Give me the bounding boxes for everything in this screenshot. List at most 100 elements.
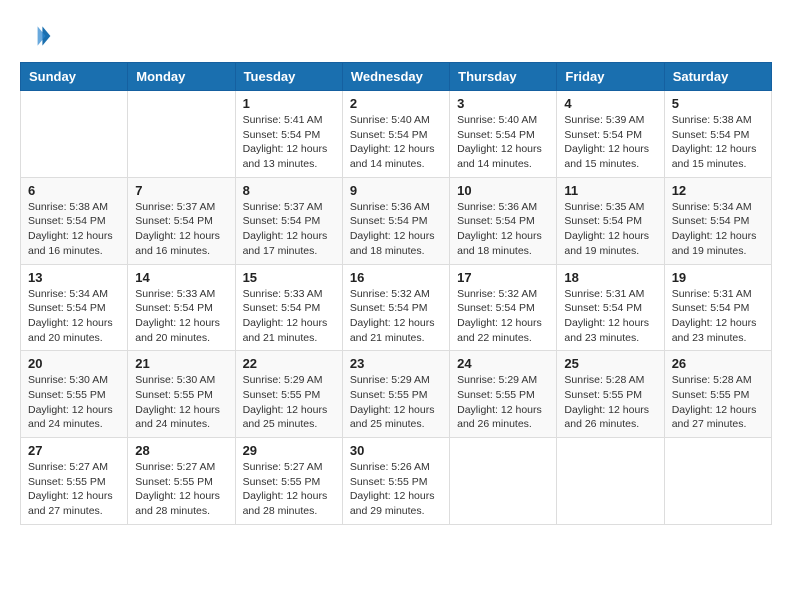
calendar-cell: 15 Sunrise: 5:33 AMSunset: 5:54 PMDayligh…	[235, 264, 342, 351]
day-info: Sunrise: 5:38 AMSunset: 5:54 PMDaylight:…	[28, 200, 120, 259]
day-number: 14	[135, 270, 227, 285]
day-number: 17	[457, 270, 549, 285]
day-number: 29	[243, 443, 335, 458]
day-info: Sunrise: 5:30 AMSunset: 5:55 PMDaylight:…	[28, 373, 120, 432]
day-number: 12	[672, 183, 764, 198]
calendar-cell: 12 Sunrise: 5:34 AMSunset: 5:54 PMDayligh…	[664, 177, 771, 264]
day-number: 19	[672, 270, 764, 285]
calendar-cell: 11 Sunrise: 5:35 AMSunset: 5:54 PMDayligh…	[557, 177, 664, 264]
calendar-cell: 4 Sunrise: 5:39 AMSunset: 5:54 PMDaylight…	[557, 91, 664, 178]
day-info: Sunrise: 5:32 AMSunset: 5:54 PMDaylight:…	[457, 287, 549, 346]
day-info: Sunrise: 5:31 AMSunset: 5:54 PMDaylight:…	[564, 287, 656, 346]
day-info: Sunrise: 5:36 AMSunset: 5:54 PMDaylight:…	[350, 200, 442, 259]
calendar-cell: 6 Sunrise: 5:38 AMSunset: 5:54 PMDaylight…	[21, 177, 128, 264]
day-number: 6	[28, 183, 120, 198]
day-number: 30	[350, 443, 442, 458]
calendar-cell: 21 Sunrise: 5:30 AMSunset: 5:55 PMDayligh…	[128, 351, 235, 438]
calendar-header-friday: Friday	[557, 63, 664, 91]
day-info: Sunrise: 5:34 AMSunset: 5:54 PMDaylight:…	[672, 200, 764, 259]
calendar-header-row: SundayMondayTuesdayWednesdayThursdayFrid…	[21, 63, 772, 91]
calendar-cell: 23Sunrise: 5:29 AMSunset: 5:55 PMDayligh…	[342, 351, 449, 438]
day-info: Sunrise: 5:29 AMSunset: 5:55 PMDaylight:…	[457, 373, 549, 432]
day-info: Sunrise: 5:28 AMSunset: 5:55 PMDaylight:…	[672, 373, 764, 432]
logo	[20, 20, 58, 52]
calendar-cell: 9 Sunrise: 5:36 AMSunset: 5:54 PMDaylight…	[342, 177, 449, 264]
calendar-cell	[557, 438, 664, 525]
calendar-cell: 13 Sunrise: 5:34 AMSunset: 5:54 PMDayligh…	[21, 264, 128, 351]
calendar-cell: 27 Sunrise: 5:27 AMSunset: 5:55 PMDayligh…	[21, 438, 128, 525]
day-number: 18	[564, 270, 656, 285]
calendar-header-saturday: Saturday	[664, 63, 771, 91]
calendar-cell	[128, 91, 235, 178]
calendar-cell: 29 Sunrise: 5:27 AMSunset: 5:55 PMDayligh…	[235, 438, 342, 525]
day-number: 28	[135, 443, 227, 458]
calendar-week-row: 27 Sunrise: 5:27 AMSunset: 5:55 PMDayligh…	[21, 438, 772, 525]
calendar-table: SundayMondayTuesdayWednesdayThursdayFrid…	[20, 62, 772, 525]
calendar-cell: 5Sunrise: 5:38 AMSunset: 5:54 PMDaylight…	[664, 91, 771, 178]
day-info: Sunrise: 5:40 AMSunset: 5:54 PMDaylight:…	[350, 113, 442, 172]
calendar-week-row: 6 Sunrise: 5:38 AMSunset: 5:54 PMDaylight…	[21, 177, 772, 264]
calendar-cell: 1Sunrise: 5:41 AMSunset: 5:54 PMDaylight…	[235, 91, 342, 178]
day-number: 8	[243, 183, 335, 198]
calendar-cell: 7Sunrise: 5:37 AMSunset: 5:54 PMDaylight…	[128, 177, 235, 264]
day-number: 24	[457, 356, 549, 371]
day-number: 3	[457, 96, 549, 111]
day-number: 4	[564, 96, 656, 111]
calendar-week-row: 1Sunrise: 5:41 AMSunset: 5:54 PMDaylight…	[21, 91, 772, 178]
logo-icon	[20, 20, 52, 52]
day-number: 21	[135, 356, 227, 371]
day-number: 9	[350, 183, 442, 198]
calendar-cell: 25 Sunrise: 5:28 AMSunset: 5:55 PMDayligh…	[557, 351, 664, 438]
day-number: 26	[672, 356, 764, 371]
day-number: 11	[564, 183, 656, 198]
calendar-header-wednesday: Wednesday	[342, 63, 449, 91]
day-info: Sunrise: 5:30 AMSunset: 5:55 PMDaylight:…	[135, 373, 227, 432]
calendar-cell: 18 Sunrise: 5:31 AMSunset: 5:54 PMDayligh…	[557, 264, 664, 351]
day-info: Sunrise: 5:31 AMSunset: 5:54 PMDaylight:…	[672, 287, 764, 346]
day-number: 27	[28, 443, 120, 458]
day-info: Sunrise: 5:27 AMSunset: 5:55 PMDaylight:…	[135, 460, 227, 519]
calendar-cell: 2 Sunrise: 5:40 AMSunset: 5:54 PMDaylight…	[342, 91, 449, 178]
day-info: Sunrise: 5:34 AMSunset: 5:54 PMDaylight:…	[28, 287, 120, 346]
calendar-cell: 24 Sunrise: 5:29 AMSunset: 5:55 PMDayligh…	[450, 351, 557, 438]
calendar-week-row: 13 Sunrise: 5:34 AMSunset: 5:54 PMDayligh…	[21, 264, 772, 351]
day-info: Sunrise: 5:28 AMSunset: 5:55 PMDaylight:…	[564, 373, 656, 432]
day-number: 1	[243, 96, 335, 111]
calendar-cell: 14Sunrise: 5:33 AMSunset: 5:54 PMDayligh…	[128, 264, 235, 351]
day-info: Sunrise: 5:27 AMSunset: 5:55 PMDaylight:…	[243, 460, 335, 519]
calendar-cell: 3 Sunrise: 5:40 AMSunset: 5:54 PMDaylight…	[450, 91, 557, 178]
day-info: Sunrise: 5:26 AMSunset: 5:55 PMDaylight:…	[350, 460, 442, 519]
calendar-cell: 26 Sunrise: 5:28 AMSunset: 5:55 PMDayligh…	[664, 351, 771, 438]
calendar-cell	[664, 438, 771, 525]
day-info: Sunrise: 5:39 AMSunset: 5:54 PMDaylight:…	[564, 113, 656, 172]
day-info: Sunrise: 5:32 AMSunset: 5:54 PMDaylight:…	[350, 287, 442, 346]
calendar-cell	[450, 438, 557, 525]
day-number: 2	[350, 96, 442, 111]
calendar-cell: 16 Sunrise: 5:32 AMSunset: 5:54 PMDayligh…	[342, 264, 449, 351]
day-info: Sunrise: 5:35 AMSunset: 5:54 PMDaylight:…	[564, 200, 656, 259]
calendar-header-tuesday: Tuesday	[235, 63, 342, 91]
calendar-cell	[21, 91, 128, 178]
day-number: 15	[243, 270, 335, 285]
day-info: Sunrise: 5:37 AMSunset: 5:54 PMDaylight:…	[243, 200, 335, 259]
page-header	[20, 20, 772, 52]
calendar-cell: 19 Sunrise: 5:31 AMSunset: 5:54 PMDayligh…	[664, 264, 771, 351]
calendar-cell: 20Sunrise: 5:30 AMSunset: 5:55 PMDayligh…	[21, 351, 128, 438]
calendar-header-thursday: Thursday	[450, 63, 557, 91]
day-number: 13	[28, 270, 120, 285]
day-number: 25	[564, 356, 656, 371]
day-number: 7	[135, 183, 227, 198]
calendar-cell: 22Sunrise: 5:29 AMSunset: 5:55 PMDayligh…	[235, 351, 342, 438]
day-info: Sunrise: 5:40 AMSunset: 5:54 PMDaylight:…	[457, 113, 549, 172]
day-info: Sunrise: 5:27 AMSunset: 5:55 PMDaylight:…	[28, 460, 120, 519]
calendar-header-monday: Monday	[128, 63, 235, 91]
day-number: 23	[350, 356, 442, 371]
day-number: 16	[350, 270, 442, 285]
day-number: 10	[457, 183, 549, 198]
calendar-cell: 8 Sunrise: 5:37 AMSunset: 5:54 PMDaylight…	[235, 177, 342, 264]
day-info: Sunrise: 5:36 AMSunset: 5:54 PMDaylight:…	[457, 200, 549, 259]
day-info: Sunrise: 5:29 AMSunset: 5:55 PMDaylight:…	[243, 373, 335, 432]
calendar-cell: 17 Sunrise: 5:32 AMSunset: 5:54 PMDayligh…	[450, 264, 557, 351]
calendar-header-sunday: Sunday	[21, 63, 128, 91]
day-info: Sunrise: 5:33 AMSunset: 5:54 PMDaylight:…	[243, 287, 335, 346]
